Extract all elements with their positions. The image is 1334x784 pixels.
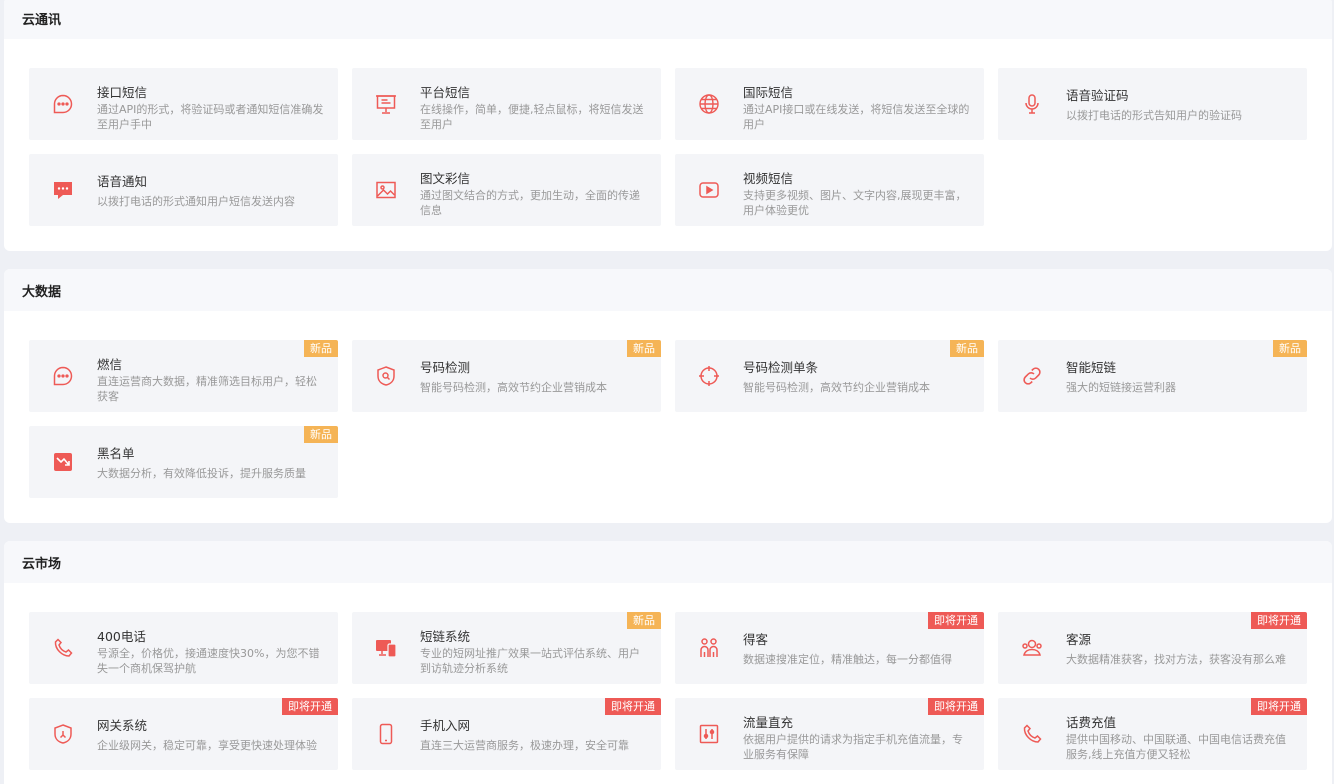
service-card[interactable]: 400电话号源全，价格优，接通速度快30%，为您不错失一个商机保驾护航 [29,612,338,684]
service-card-title: 燃信 [97,357,123,372]
phone-icon [51,636,75,660]
link-icon [1020,364,1044,388]
service-card-description: 支持更多视频、图片、文字内容,展现更丰富，用户体验更优 [743,189,967,217]
service-card-description: 依据用户提供的请求为指定手机充值流量，专业服务有保障 [743,733,963,761]
phone-icon [1020,722,1044,746]
service-card[interactable]: 短链系统专业的短网址推广效果一站式评估系统、用户到访轨迹分析系统 新品 [352,612,661,684]
status-badge: 新品 [1273,340,1307,357]
service-card-description: 智能号码检测，高效节约企业营销成本 [743,381,930,394]
service-card[interactable]: 语音通知以拨打电话的形式通知用户短信发送内容 [29,154,338,226]
chat-bubble-icon [51,92,75,116]
section: 云市场 400电话 号源全，价格优，接通速度快30%，为您不错失一个商机保驾护航 短链… [4,541,1332,784]
service-card-description: 在线操作，简单，便捷,轻点鼠标，将短信发送至用户 [420,103,644,131]
service-card-description: 直连运营商大数据，精准筛选目标用户，轻松获客 [97,375,317,403]
service-card-description: 大数据精准获客，找对方法，获客没有那么难 [1066,653,1286,666]
service-card-title: 号码检测 [420,360,471,375]
service-card-description: 通过图文结合的方式，更加生动，全面的传递信息 [420,189,640,217]
service-card[interactable]: 流量直充依据用户提供的请求为指定手机充值流量，专业服务有保障 即将开通 [675,698,984,770]
service-card-title: 视频短信 [743,171,794,186]
service-card[interactable]: 得客数据速搜准定位，精准触达，每一分都值得 即将开通 [675,612,984,684]
status-badge: 新品 [627,340,661,357]
service-card[interactable]: 号码检测智能号码检测，高效节约企业营销成本 新品 [352,340,661,412]
status-badge: 新品 [627,612,661,629]
section: 云通讯 接口短信 通过API的形式，将验证码或者通知短信准确发至用户手中 平台短信 在线… [4,0,1332,251]
service-card-description: 智能号码检测，高效节约企业营销成本 [420,381,607,394]
message-filled-icon [51,178,75,202]
shield-search-icon [374,364,398,388]
service-card[interactable]: 黑名单大数据分析，有效降低投诉，提升服务质量 新品 [29,426,338,498]
service-card-description: 强大的短链接运营利器 [1066,381,1176,394]
service-card-description: 直连三大运营商服务，极速办理，安全可靠 [420,739,629,752]
service-card-title: 得客 [743,632,769,647]
service-card-description: 大数据分析，有效降低投诉，提升服务质量 [97,467,306,480]
service-card-title: 400电话 [97,629,146,644]
service-card[interactable]: 视频短信支持更多视频、图片、文字内容,展现更丰富，用户体验更优 [675,154,984,226]
service-card-title: 智能短链 [1066,360,1117,375]
status-badge: 即将开通 [605,698,661,715]
service-card-description: 专业的短网址推广效果一站式评估系统、用户到访轨迹分析系统 [420,647,640,675]
service-card[interactable]: 客源大数据精准获客，找对方法，获客没有那么难 即将开通 [998,612,1307,684]
status-badge: 新品 [304,340,338,357]
service-card-description: 数据速搜准定位，精准触达，每一分都值得 [743,653,952,666]
status-badge: 即将开通 [928,698,984,715]
service-card[interactable]: 平台短信在线操作，简单，便捷,轻点鼠标，将短信发送至用户 [352,68,661,140]
service-card[interactable]: 国际短信通过API接口或在线发送，将短信发送至全球的用户 [675,68,984,140]
service-card-title: 黑名单 [97,446,135,461]
shield-gateway-icon [51,722,75,746]
service-card-description: 号源全，价格优，接通速度快30%，为您不错失一个商机保驾护航 [97,647,320,675]
service-card-title: 手机入网 [420,718,471,733]
service-card-title: 短链系统 [420,629,471,644]
service-card-title: 语音通知 [97,174,148,189]
status-badge: 即将开通 [1251,612,1307,629]
service-card-title: 流量直充 [743,715,794,730]
status-badge: 即将开通 [928,612,984,629]
service-card[interactable]: 手机入网直连三大运营商服务，极速办理，安全可靠 即将开通 [352,698,661,770]
microphone-icon [1020,92,1044,116]
section-title: 云市场 [4,541,1332,583]
service-card[interactable]: 号码检测单条智能号码检测，高效节约企业营销成本 新品 [675,340,984,412]
status-badge: 即将开通 [1251,698,1307,715]
service-card-title: 图文彩信 [420,171,471,186]
service-card-description: 以拨打电话的形式告知用户的验证码 [1066,109,1242,122]
status-badge: 新品 [304,426,338,443]
service-card-title: 话费充值 [1066,715,1117,730]
service-card-title: 号码检测单条 [743,360,819,375]
customer-group-icon [1020,636,1044,660]
service-card[interactable]: 燃信直连运营商大数据，精准筛选目标用户，轻松获客 新品 [29,340,338,412]
presentation-screen-icon [374,92,398,116]
service-card-description: 通过API接口或在线发送，将短信发送至全球的用户 [743,103,970,131]
service-card-title: 接口短信 [97,85,148,100]
service-card-title: 语音验证码 [1066,88,1129,103]
section-title: 大数据 [4,269,1332,311]
chat-bubble-icon [51,364,75,388]
service-card-description: 通过API的形式，将验证码或者通知短信准确发至用户手中 [97,103,324,131]
service-card-description: 以拨打电话的形式通知用户短信发送内容 [97,195,295,208]
people-icon [697,636,721,660]
status-badge: 新品 [950,340,984,357]
service-card-description: 企业级网关，稳定可靠，享受更快速处理体验 [97,739,317,752]
service-card-title: 网关系统 [97,718,148,733]
status-badge: 即将开通 [282,698,338,715]
service-card[interactable]: 接口短信通过API的形式，将验证码或者通知短信准确发至用户手中 [29,68,338,140]
trend-down-filled-icon [51,450,75,474]
service-card[interactable]: 话费充值提供中国移动、中国联通、中国电信话费充值服务,线上充值方便又轻松 即将开通 [998,698,1307,770]
image-icon [374,178,398,202]
service-card[interactable]: 图文彩信通过图文结合的方式，更加生动，全面的传递信息 [352,154,661,226]
video-play-icon [697,178,721,202]
service-card-title: 平台短信 [420,85,471,100]
section-title: 云通讯 [4,0,1332,39]
globe-icon [697,92,721,116]
service-card[interactable]: 网关系统企业级网关，稳定可靠，享受更快速处理体验 即将开通 [29,698,338,770]
section: 大数据 燃信 直连运营商大数据，精准筛选目标用户，轻松获客 新品 号码检测 智能号码检测，… [4,269,1332,523]
crosshair-icon [697,364,721,388]
flow-meter-icon [697,722,721,746]
service-card[interactable]: 智能短链强大的短链接运营利器 新品 [998,340,1307,412]
mobile-phone-icon [374,722,398,746]
service-card-title: 客源 [1066,632,1092,647]
service-card[interactable]: 语音验证码以拨打电话的形式告知用户的验证码 [998,68,1307,140]
service-card-title: 国际短信 [743,85,794,100]
service-card-description: 提供中国移动、中国联通、中国电信话费充值服务,线上充值方便又轻松 [1066,733,1286,761]
devices-icon [374,636,398,660]
